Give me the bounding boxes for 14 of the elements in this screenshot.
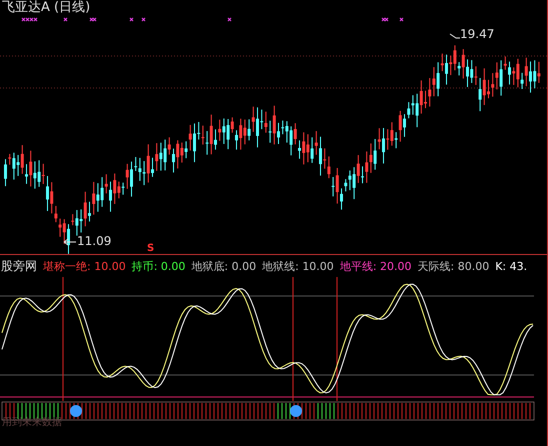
indicator-value: 堪称一绝: 10.00 bbox=[43, 258, 126, 274]
chart-title: 飞亚达A (日线) bbox=[1, 0, 92, 16]
indicator-name: 股旁网 bbox=[1, 258, 37, 274]
signal-mark: S bbox=[147, 244, 154, 254]
indicator-value: 地平线: 20.00 bbox=[340, 258, 412, 274]
high-price-label: 19.47 bbox=[460, 27, 494, 41]
indicator-value: 地狱线: 10.00 bbox=[262, 258, 334, 274]
low-price-label: 11.09 bbox=[77, 234, 112, 248]
indicator-value: 地狱底: 0.00 bbox=[191, 258, 256, 274]
indicator-value: 天际线: 80.00 bbox=[418, 258, 490, 274]
indicator-value: K: 43. bbox=[495, 260, 528, 272]
indicator-value: 持币: 0.00 bbox=[132, 258, 186, 274]
footer-note: 用到未来数据 bbox=[2, 416, 62, 429]
low-arrow-icon bbox=[64, 238, 76, 246]
